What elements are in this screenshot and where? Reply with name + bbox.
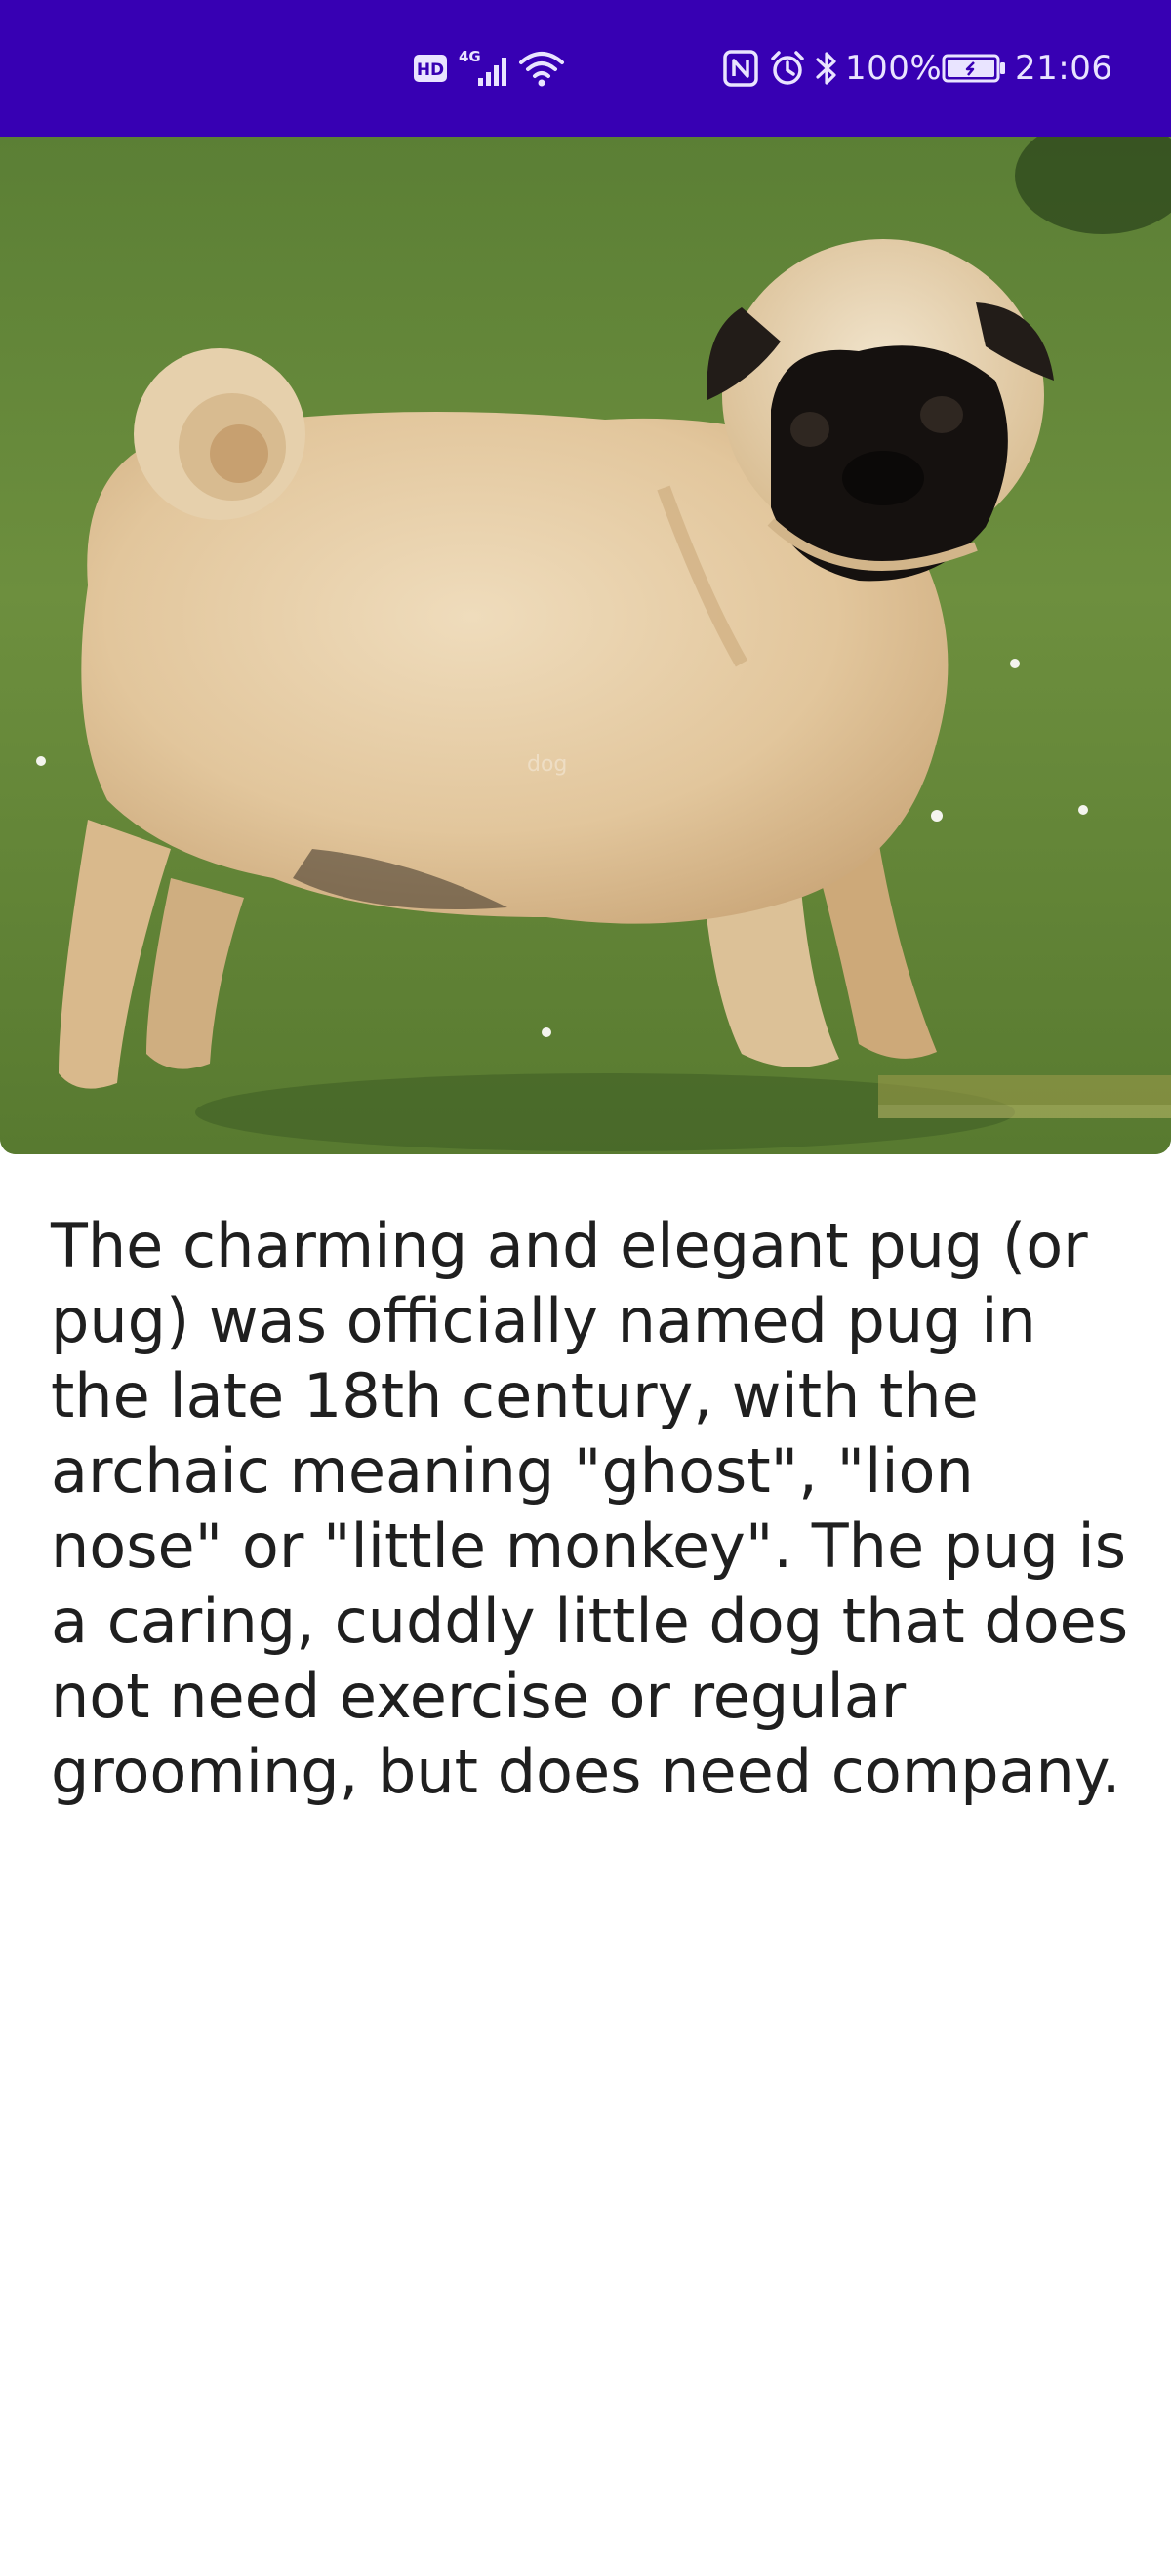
wifi-icon — [517, 0, 566, 137]
svg-text:dog: dog — [527, 752, 567, 777]
pug-description: The charming and elegant pug (or pug) wa… — [51, 1210, 1129, 1807]
nfc-icon — [722, 0, 759, 137]
signal-icon: 4G — [457, 0, 515, 137]
hd-icon: HD — [413, 0, 448, 137]
pug-photo: dog — [0, 137, 1171, 1154]
battery-icon — [942, 0, 1006, 137]
status-bar: HD 4G 100% 21:06 — [0, 0, 1171, 137]
alarm-icon — [768, 0, 807, 137]
hd-badge-text: HD — [417, 60, 444, 80]
network-type-label: 4G — [459, 48, 481, 65]
bluetooth-icon — [814, 0, 839, 137]
clock: 21:06 — [1015, 49, 1113, 88]
battery-level-label: 100% — [845, 49, 943, 88]
